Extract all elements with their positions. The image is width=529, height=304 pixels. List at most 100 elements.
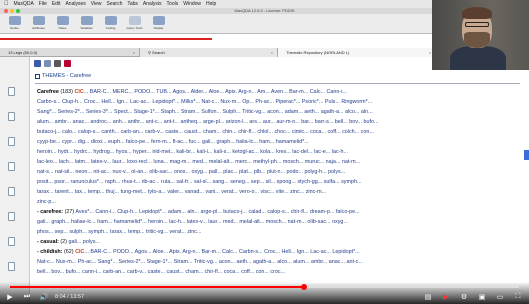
code-line-remedies[interactable]: heroin... hydr... hydrc... hydrog... hyo… <box>37 149 348 155</box>
code-line-highlight[interactable]: CIC <box>75 249 84 255</box>
minimize-window-icon[interactable] <box>10 9 14 13</box>
screen-frame:  MaxQDA File Edit Analyses View Search … <box>0 0 529 304</box>
tab-legs[interactable]: 13 Legs (50,0,0) × <box>0 48 140 57</box>
close-window-icon[interactable] <box>4 9 8 13</box>
play-icon[interactable]: ▶ <box>3 290 17 304</box>
menu-tools[interactable]: Tools <box>167 1 179 7</box>
code-line: Nat-c... Nux-m... Ph-ac... Sang*... Seri… <box>37 257 523 267</box>
tab-thematic-repository[interactable]: Thematic Repository (NORLAND L) × <box>278 48 436 57</box>
toolbar-variables-button[interactable]: Variables <box>76 16 97 32</box>
grid-icon <box>80 16 93 25</box>
theater-icon[interactable]: ▭ <box>493 290 507 304</box>
window-title: MaxQDA 12.0.0 - License: PDDIS <box>234 8 295 13</box>
menu-search[interactable]: Search <box>107 1 123 7</box>
document-icon[interactable] <box>8 137 15 146</box>
code-line-remedies[interactable]: nat-s... nat-sil... neon... nit-ac... nu… <box>37 169 345 175</box>
code-line: butaco-j... calo... calop-s... canth... … <box>37 127 523 137</box>
note-icon <box>56 16 69 25</box>
settings-icon[interactable]: ⚙ <box>457 290 471 304</box>
code-line-highlight[interactable]: CIC <box>74 89 83 95</box>
document-icon[interactable] <box>8 87 15 96</box>
code-line-remedies[interactable]: ... BAR-C... MERC... PODO... TUB... Agos… <box>84 89 347 95</box>
code-line-count: (62) <box>63 249 74 255</box>
left-margin-panel <box>0 57 30 304</box>
code-line-count: (27) <box>64 209 75 215</box>
menu-tabs[interactable]: Tabs <box>127 1 138 7</box>
code-line-remedies[interactable]: ... BAR-C... PODO... Agos... Aloe... Api… <box>84 249 359 255</box>
code-line: - casual: (2) gali... polys... <box>37 237 523 247</box>
code-line-remedies[interactable]: Aves*... Cann-i... Clup-h... Lepidopt*..… <box>75 209 359 215</box>
code-line-remedies[interactable]: gali... graph... haliae-lc... ham... ham… <box>37 219 348 225</box>
code-line-remedies[interactable]: phos... sep... sulph... symph... tarax..… <box>37 229 201 235</box>
document-icon[interactable] <box>8 162 15 171</box>
video-progress-bar[interactable] <box>10 284 519 290</box>
menu-analysis[interactable]: Analysis <box>143 1 162 7</box>
code-line: posit... psor... ranunculus*... raph... … <box>37 177 523 187</box>
menu-window[interactable]: Window <box>183 1 201 7</box>
export-icon[interactable] <box>54 60 61 67</box>
toolbar-attributes-button[interactable]: Attributes <box>28 16 49 32</box>
code-line-remedies[interactable]: lac-leo... lach... latm... latex-v... la… <box>37 159 360 165</box>
divider <box>35 83 520 84</box>
document-icon[interactable] <box>8 212 15 221</box>
document-icon[interactable] <box>8 187 15 196</box>
highlight-icon[interactable] <box>64 60 71 67</box>
menu-view[interactable]: View <box>91 1 102 7</box>
code-line-remedies[interactable]: zinc-p... <box>37 199 56 205</box>
code-line-remedies[interactable]: tarax... tarent... tax... temp... thuj..… <box>37 189 326 195</box>
code-line-remedies[interactable]: cyyp-be... cypr... dig... dioxi... euph.… <box>37 139 309 145</box>
video-control-row: ▶ ⏭ 🔊 8:04 / 13:57 ▤ ▶ ⚙ ▣ ▭ ⛶ <box>0 290 529 304</box>
code-line-remedies[interactable]: Sang*... Series-2*... Series-3*... Spect… <box>37 109 373 115</box>
code-line-remedies[interactable]: bell... bov... bufo... cann-i... carb-an… <box>37 269 285 275</box>
volume-icon[interactable]: 🔊 <box>37 290 51 304</box>
copy-icon[interactable] <box>44 60 51 67</box>
code-line: zinc-p... <box>37 197 523 207</box>
fullscreen-icon[interactable]: ⛶ <box>511 290 525 304</box>
close-tab-icon[interactable]: × <box>133 48 135 57</box>
code-line: cyyp-be... cypr... dig... dioxi... euph.… <box>37 137 523 147</box>
menu-edit[interactable]: Edit <box>52 1 61 7</box>
toolbar-query-button[interactable]: Query Tools <box>124 16 145 32</box>
presenter-glasses <box>465 22 489 27</box>
document-icon[interactable] <box>8 237 15 246</box>
print-icon[interactable] <box>34 60 41 67</box>
close-tab-icon[interactable]: × <box>429 48 431 57</box>
code-line: bell... bov... bufo... cann-i... carb-an… <box>37 267 523 277</box>
close-tab-icon[interactable]: × <box>271 48 273 57</box>
document-icon[interactable] <box>8 112 15 121</box>
side-panel-tab[interactable] <box>524 150 529 160</box>
search-icon <box>128 16 141 25</box>
next-icon[interactable]: ⏭ <box>20 290 34 304</box>
document-tools <box>34 60 71 67</box>
code-line-remedies[interactable]: Nat-c... Nux-m... Ph-ac... Sang*... Seri… <box>37 259 363 265</box>
subtitles-icon[interactable]: ▤ <box>421 290 435 304</box>
toolbar-coding-button[interactable]: Coding <box>100 16 121 32</box>
menu-help[interactable]: Help <box>206 1 216 7</box>
video-controls: ▶ ⏭ 🔊 8:04 / 13:57 ▤ ▶ ⚙ ▣ ▭ ⛶ <box>0 282 529 304</box>
code-line-lead: Carefree <box>37 89 59 95</box>
menu-app[interactable]: MaxQDA <box>14 1 34 7</box>
youtube-logo-icon[interactable]: ▶ <box>439 290 453 304</box>
code-line-remedies[interactable]: posit... psor... ranunculus*... raph... … <box>37 179 361 185</box>
toolbar-nodes-button[interactable]: Nodes <box>4 16 25 32</box>
code-line: heroin... hydr... hydrc... hydrog... hyo… <box>37 147 523 157</box>
tab-search[interactable]: ⚲ Search × <box>140 48 278 57</box>
miniplayer-icon[interactable]: ▣ <box>475 290 489 304</box>
code-line-lead: - childish: <box>37 249 63 255</box>
code-line-count: (2) <box>60 239 67 245</box>
code-line-remedies[interactable]: alum... ambr... anac... androc... anh...… <box>37 119 378 125</box>
tree-icon <box>8 16 21 25</box>
menu-file[interactable]: File <box>39 1 47 7</box>
zoom-window-icon[interactable] <box>16 9 20 13</box>
code-line-remedies[interactable]: gali... polys... <box>68 239 99 245</box>
apple-icon[interactable]:  <box>4 1 9 7</box>
code-line: gali... graph... haliae-lc... ham... ham… <box>37 217 523 227</box>
webcam-overlay <box>432 0 529 70</box>
menu-analyses[interactable]: Analyses <box>65 1 85 7</box>
toolbar-notes-button[interactable]: Notes <box>52 16 73 32</box>
code-line: tarax... tarent... tax... temp... thuj..… <box>37 187 523 197</box>
code-line-remedies[interactable]: Carbn-s... Clup-h... Croc... Hell... Ign… <box>37 99 372 105</box>
document-icon[interactable] <box>8 262 15 271</box>
toolbar-display-button[interactable]: Display <box>148 16 169 32</box>
code-line-remedies[interactable]: butaco-j... calo... calop-s... canth... … <box>37 129 374 135</box>
